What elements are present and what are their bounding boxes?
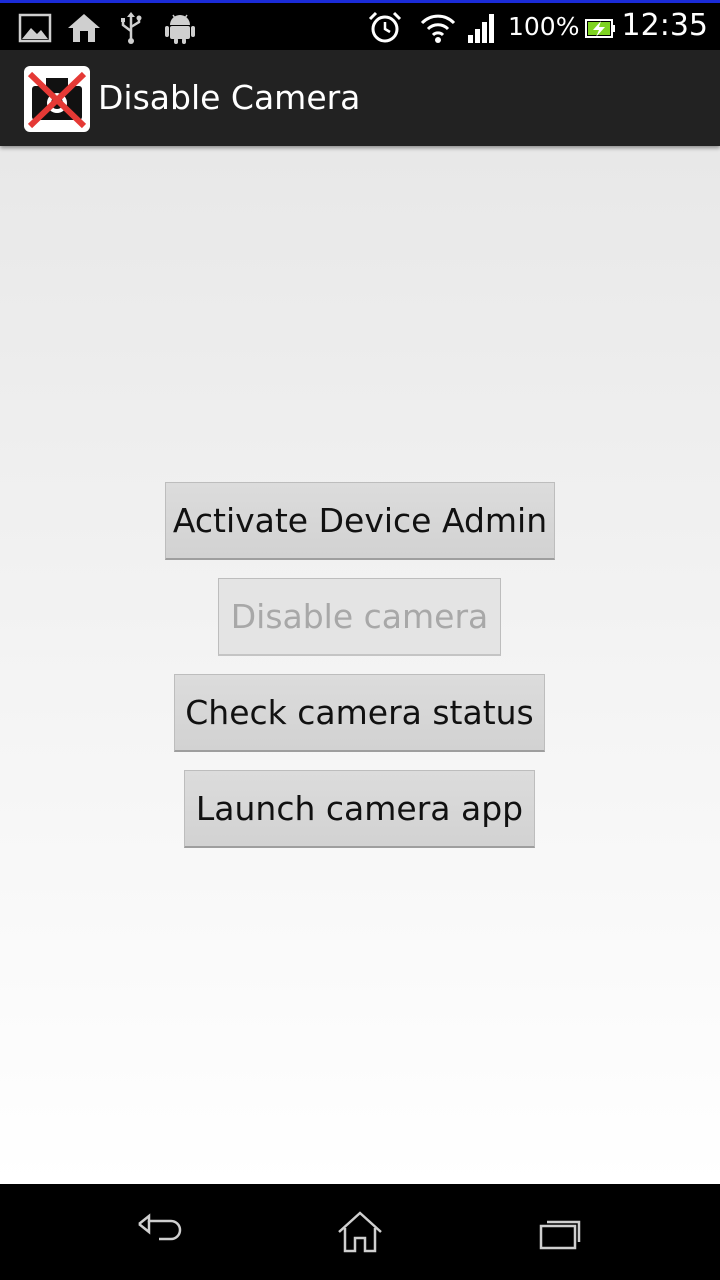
screen: 100% 12:35 Disable Camera Activate Devic…: [0, 0, 720, 1280]
disable-camera-button[interactable]: Disable camera: [218, 578, 501, 656]
check-camera-status-button[interactable]: Check camera status: [174, 674, 545, 752]
recent-apps-icon: [539, 1220, 581, 1250]
disabled-camera-icon[interactable]: [24, 66, 90, 132]
back-button[interactable]: [115, 1202, 205, 1262]
launch-camera-app-button[interactable]: Launch camera app: [184, 770, 535, 848]
battery-charging-icon: [585, 19, 615, 38]
image-icon: [18, 13, 52, 43]
navigation-bar: [0, 1184, 720, 1280]
home-button[interactable]: [315, 1202, 405, 1262]
battery-percent: 100%: [508, 12, 580, 41]
status-bar: 100% 12:35: [0, 0, 720, 50]
android-icon: [165, 14, 195, 44]
status-clock: 12:35: [621, 8, 708, 43]
action-bar: Disable Camera: [0, 50, 720, 146]
app-title: Disable Camera: [98, 78, 361, 117]
alarm-icon: [368, 11, 402, 43]
home-icon: [338, 1211, 382, 1253]
wifi-icon: [420, 14, 456, 43]
home-icon: [68, 14, 100, 42]
back-icon: [138, 1213, 182, 1241]
activate-device-admin-button[interactable]: Activate Device Admin: [165, 482, 555, 560]
main-content: Activate Device Admin Disable camera Che…: [0, 146, 720, 1184]
usb-icon: [121, 12, 142, 44]
recent-apps-button[interactable]: [515, 1202, 605, 1262]
signal-icon: [468, 14, 494, 43]
